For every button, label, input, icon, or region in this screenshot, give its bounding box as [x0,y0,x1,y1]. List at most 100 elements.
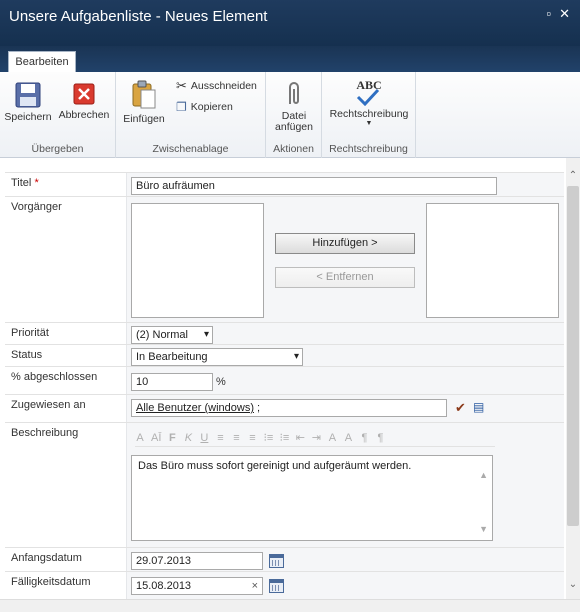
bold-icon[interactable]: F [167,432,177,444]
calendar-icon[interactable] [269,579,284,593]
scrollbar-thumb[interactable] [567,186,579,526]
copy-icon: ❐ [176,100,187,114]
assigned-input[interactable]: Alle Benutzer (windows) ; [131,399,447,417]
field-cell-predecessors: Hinzufügen > < Entfernen [126,197,564,322]
align-right-icon[interactable]: ≡ [247,432,257,444]
field-cell-title: Büro aufräumen [126,173,564,196]
italic-icon[interactable]: K [183,432,193,444]
field-label-priority: Priorität [11,327,49,339]
align-left-icon[interactable]: ≡ [215,432,225,444]
attach-label-2: anfügen [275,121,313,133]
scroll-down-icon[interactable]: ⌄ [566,579,580,593]
priority-select[interactable]: (2) Normal ▾ [131,326,213,344]
ribbon-group-rechtschreibung: ABC Rechtschreibung ▼ Rechtschreibung [322,72,416,158]
field-cell-priority: (2) Normal ▾ [126,323,564,344]
vertical-scrollbar[interactable]: ⌃ ⌄ [566,158,580,599]
outdent-icon[interactable]: ⇤ [295,431,305,444]
description-text: Das Büro muss sofort gereinigt und aufge… [138,460,412,472]
title-input[interactable]: Büro aufräumen [131,177,497,195]
attach-file-button[interactable]: Datei anfügen [270,80,318,133]
align-center-icon[interactable]: ≡ [231,432,241,444]
ribbon-group-zwischenablage: Einfügen ✂ Ausschneiden ❐ Kopieren Zwisc… [116,72,266,158]
row-percent: % abgeschlossen 10 % [5,366,564,394]
calendar-icon[interactable] [269,554,284,568]
cancel-button[interactable]: Abbrechen [56,82,112,121]
group-label-uebergeben: Übergeben [31,143,84,155]
row-assigned: Zugewiesen an Alle Benutzer (windows) ; … [5,394,564,422]
chevron-down-icon: ▼ [365,120,373,127]
close-icon[interactable]: ✕ [559,6,570,22]
bullet-list-icon[interactable]: ⁝≡ [279,431,289,444]
row-title: Titel * Büro aufräumen [5,172,564,196]
spelling-button[interactable]: ABC Rechtschreibung ▼ [326,78,412,127]
cancel-icon [73,83,95,105]
copy-button[interactable]: ❐ Kopieren [176,100,233,114]
priority-value: (2) Normal [136,329,188,341]
scroll-up-icon[interactable]: ⌃ [566,170,580,184]
highlight-color-icon[interactable]: A [343,432,353,444]
chevron-down-icon: ▾ [203,329,209,340]
chevron-up-icon[interactable]: ▲ [479,470,488,480]
paste-label: Einfügen [123,113,165,125]
field-label-assigned: Zugewiesen an [11,399,86,411]
available-tasks-list[interactable] [131,203,264,318]
underline-icon[interactable]: U [199,432,209,444]
field-label-due-date: Fälligkeitsdatum [11,576,91,588]
window-titlebar: Unsere Aufgabenliste - Neues Element ▫ ✕ [0,0,580,46]
copy-label: Kopieren [190,101,233,113]
field-cell-start-date: 29.07.2013 [126,548,564,571]
percent-unit: % [216,376,226,388]
status-value: In Bearbeitung [136,351,208,363]
field-label-status: Status [11,349,43,361]
spellcheck-icon: ABC [326,78,412,108]
description-editor[interactable]: Das Büro muss sofort gereinigt und aufge… [131,455,493,541]
horizontal-scrollbar[interactable] [0,599,580,612]
numbered-list-icon[interactable]: ⁝≡ [263,431,273,444]
field-label-title: Titel * [11,177,39,189]
due-date-input[interactable]: 15.08.2013 × [131,577,263,595]
field-cell-description: A AĪ F K U ≡ ≡ ≡ ⁝≡ ⁝≡ ⇤ ⇥ A A ¶ ¶ Das B… [126,423,564,547]
clear-input-icon[interactable]: × [252,579,258,593]
font-icon[interactable]: A [135,432,145,444]
paste-button[interactable]: Einfügen [120,80,168,125]
restore-window-icon[interactable]: ▫ [546,6,551,22]
row-priority: Priorität (2) Normal ▾ [5,322,564,344]
selected-tasks-list[interactable] [426,203,559,318]
row-predecessors: Vorgänger Hinzufügen > < Entfernen [5,196,564,322]
field-label-predecessors: Vorgänger [11,201,62,213]
due-date-value: 15.08.2013 [136,580,192,592]
group-label-aktionen: Aktionen [273,143,314,155]
row-start-date: Anfangsdatum 29.07.2013 [5,547,564,571]
window-title: Unsere Aufgabenliste - Neues Element [9,8,268,25]
font-size-icon[interactable]: AĪ [151,432,161,444]
rtl-icon[interactable]: ¶ [375,432,385,444]
cut-button[interactable]: ✂ Ausschneiden [176,78,257,94]
cut-label: Ausschneiden [190,80,257,92]
save-button[interactable]: Speichern [4,82,52,123]
row-description: Beschreibung A AĪ F K U ≡ ≡ ≡ ⁝≡ ⁝≡ ⇤ ⇥ … [5,422,564,547]
field-cell-due-date: 15.08.2013 × [126,572,564,599]
text-color-icon[interactable]: A [327,432,337,444]
ribbon-group-aktionen: Datei anfügen Aktionen [266,72,322,158]
assigned-user[interactable]: Alle Benutzer (windows) [136,402,254,414]
status-select[interactable]: In Bearbeitung ▾ [131,348,303,366]
add-button[interactable]: Hinzufügen > [275,233,415,254]
richtext-toolbar: A AĪ F K U ≡ ≡ ≡ ⁝≡ ⁝≡ ⇤ ⇥ A A ¶ ¶ [135,429,495,447]
ltr-icon[interactable]: ¶ [359,432,369,444]
indent-icon[interactable]: ⇥ [311,431,321,444]
ribbon-group-uebergeben: Speichern Abbrechen Übergeben [0,72,116,158]
check-names-icon[interactable]: ✔ [455,400,466,416]
tab-bearbeiten[interactable]: Bearbeiten [8,51,76,73]
title-label-text: Titel [11,177,32,189]
save-label: Speichern [4,111,52,123]
ribbon: Speichern Abbrechen Übergeben Einfügen ✂… [0,72,580,158]
start-date-input[interactable]: 29.07.2013 [131,552,263,570]
form-area: Titel * Büro aufräumen Vorgänger Hinzufü… [0,158,566,599]
field-cell-status: In Bearbeitung ▾ [126,345,564,366]
remove-button[interactable]: < Entfernen [275,267,415,288]
percent-input[interactable]: 10 [131,373,213,391]
chevron-down-icon[interactable]: ▼ [479,524,488,534]
field-label-start-date: Anfangsdatum [11,552,82,564]
address-book-icon[interactable]: ▤ [473,400,484,414]
group-label-rechtschreibung: Rechtschreibung [329,143,408,155]
